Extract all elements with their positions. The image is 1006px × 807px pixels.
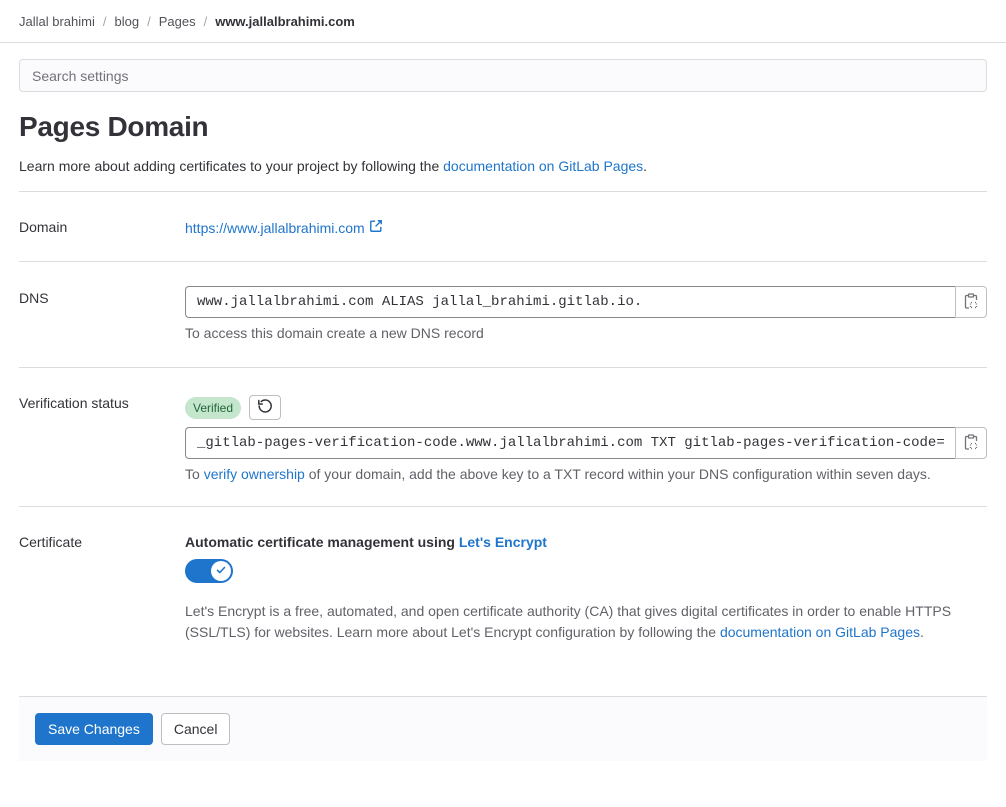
certificate-title-prefix: Automatic certificate management using	[185, 534, 459, 550]
domain-section: Domain https://www.jallalbrahimi.com	[19, 191, 987, 261]
breadcrumb-separator: /	[147, 13, 151, 29]
breadcrumb-current[interactable]: www.jallalbrahimi.com	[215, 14, 355, 29]
verification-label: Verification status	[19, 395, 129, 411]
auto-certificate-toggle[interactable]	[185, 559, 233, 583]
certificate-title: Automatic certificate management using L…	[185, 534, 987, 550]
dns-label: DNS	[19, 290, 49, 306]
intro-suffix: .	[643, 158, 648, 174]
external-link-icon	[369, 219, 383, 236]
verification-help-suffix: of your domain, add the above key to a T…	[304, 466, 931, 482]
breadcrumb-item-project[interactable]: blog	[115, 14, 140, 29]
breadcrumb-item-pages[interactable]: Pages	[159, 14, 196, 29]
certificate-docs-link[interactable]: documentation on GitLab Pages	[720, 624, 920, 640]
form-actions: Save Changes Cancel	[19, 696, 987, 761]
copy-dns-record-button[interactable]	[955, 286, 987, 318]
dns-help-text: To access this domain create a new DNS r…	[185, 325, 484, 341]
certificate-section: Certificate Automatic certificate manage…	[19, 506, 987, 696]
main-content: Pages Domain Learn more about adding cer…	[0, 59, 1006, 761]
page-title: Pages Domain	[19, 111, 209, 142]
search-settings-box[interactable]	[19, 59, 987, 92]
certificate-label: Certificate	[19, 534, 83, 550]
search-settings-input[interactable]	[32, 67, 986, 84]
breadcrumb-separator: /	[203, 13, 208, 29]
check-icon	[215, 563, 227, 579]
domain-link[interactable]: https://www.jallalbrahimi.com	[185, 219, 383, 236]
verification-section: Verification status Verified _gitlab-pag…	[19, 367, 987, 506]
breadcrumb-separator: /	[102, 13, 107, 29]
top-bar: Jallal brahimi / blog / Pages / www.jall…	[0, 0, 1006, 43]
cancel-button[interactable]: Cancel	[160, 713, 231, 745]
verify-ownership-link[interactable]: verify ownership	[204, 466, 305, 482]
domain-url: https://www.jallalbrahimi.com	[185, 219, 365, 236]
verification-help-prefix: To	[185, 466, 204, 482]
lets-encrypt-link[interactable]: Let's Encrypt	[459, 534, 547, 550]
certificate-description-suffix: .	[919, 624, 924, 640]
verification-record-field[interactable]: _gitlab-pages-verification-code.www.jall…	[185, 427, 955, 459]
intro-prefix: Learn more about adding certificates to …	[19, 158, 444, 174]
copy-to-clipboard-icon	[964, 292, 978, 312]
verification-help-text: To verify ownership of your domain, add …	[185, 466, 987, 482]
verification-record-group: _gitlab-pages-verification-code.www.jall…	[185, 427, 987, 459]
toggle-knob	[211, 561, 231, 581]
save-changes-button[interactable]: Save Changes	[35, 713, 153, 745]
verified-badge: Verified	[185, 396, 242, 419]
domain-label: Domain	[19, 219, 68, 235]
intro-text: Learn more about adding certificates to …	[19, 158, 987, 174]
docs-link[interactable]: documentation on GitLab Pages	[443, 158, 643, 174]
copy-verification-record-button[interactable]	[955, 427, 987, 459]
retry-icon	[257, 398, 273, 417]
dns-record-group: www.jallalbrahimi.com ALIAS jallal_brahi…	[185, 286, 987, 318]
breadcrumb-item-user[interactable]: Jallal brahimi	[19, 14, 95, 29]
dns-record-field[interactable]: www.jallalbrahimi.com ALIAS jallal_brahi…	[185, 286, 955, 318]
certificate-description: Let's Encrypt is a free, automated, and …	[185, 601, 975, 643]
copy-to-clipboard-icon	[964, 433, 978, 453]
breadcrumb: Jallal brahimi / blog / Pages / www.jall…	[19, 14, 355, 29]
dns-section: DNS www.jallalbrahimi.com ALIAS jallal_b…	[19, 261, 987, 367]
retry-verification-button[interactable]	[249, 395, 282, 420]
